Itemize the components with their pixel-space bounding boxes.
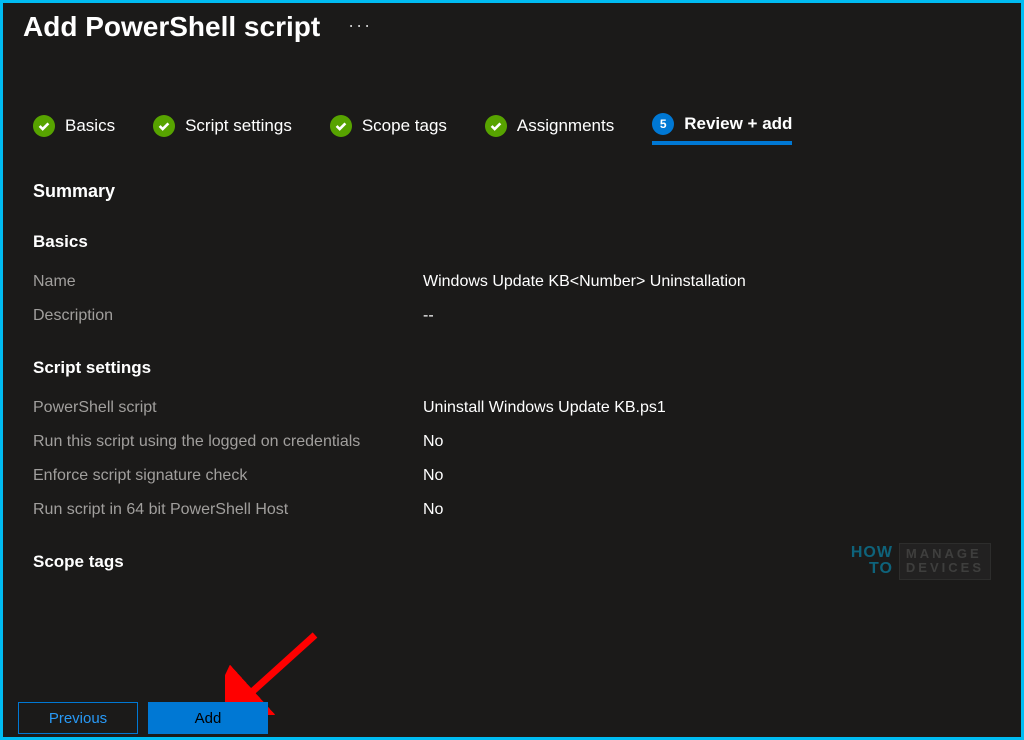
kv-row: Description -- — [33, 304, 991, 328]
kv-label: Name — [33, 270, 423, 294]
kv-value: No — [423, 498, 443, 522]
step-label: Scope tags — [362, 116, 447, 136]
watermark-text: TO — [869, 561, 893, 577]
more-actions-icon[interactable]: ··· — [348, 15, 372, 36]
kv-label: Enforce script signature check — [33, 464, 423, 488]
kv-label: Run this script using the logged on cred… — [33, 430, 423, 454]
kv-row: Name Windows Update KB<Number> Uninstall… — [33, 270, 991, 294]
wizard-steps: Basics Script settings Scope tags Assign… — [33, 113, 991, 145]
checkmark-icon — [485, 115, 507, 137]
step-script-settings[interactable]: Script settings — [153, 115, 292, 143]
kv-value: No — [423, 430, 443, 454]
script-settings-heading: Script settings — [33, 358, 991, 378]
kv-row: PowerShell script Uninstall Windows Upda… — [33, 396, 991, 420]
step-basics[interactable]: Basics — [33, 115, 115, 143]
page-header: Add PowerShell script ··· — [3, 3, 1021, 43]
watermark-text: HOW — [851, 545, 893, 561]
page-title: Add PowerShell script — [23, 11, 320, 43]
kv-row: Run script in 64 bit PowerShell Host No — [33, 498, 991, 522]
watermark-text: DEVICES — [906, 561, 984, 575]
watermark-logo: HOW TO MANAGE DEVICES — [851, 543, 991, 580]
watermark-text: MANAGE — [906, 547, 984, 561]
kv-row: Run this script using the logged on cred… — [33, 430, 991, 454]
kv-label: Description — [33, 304, 423, 328]
checkmark-icon — [153, 115, 175, 137]
step-label: Review + add — [684, 114, 792, 134]
kv-value: Windows Update KB<Number> Uninstallation — [423, 270, 746, 294]
previous-button[interactable]: Previous — [18, 702, 138, 734]
step-label: Script settings — [185, 116, 292, 136]
kv-value: No — [423, 464, 443, 488]
kv-row: Enforce script signature check No — [33, 464, 991, 488]
kv-value: -- — [423, 304, 434, 328]
step-label: Basics — [65, 116, 115, 136]
step-assignments[interactable]: Assignments — [485, 115, 614, 143]
scope-tags-heading: Scope tags — [33, 552, 991, 572]
checkmark-icon — [330, 115, 352, 137]
summary-heading: Summary — [33, 181, 991, 202]
add-button[interactable]: Add — [148, 702, 268, 734]
step-review-add[interactable]: 5 Review + add — [652, 113, 792, 145]
kv-label: PowerShell script — [33, 396, 423, 420]
step-number-icon: 5 — [652, 113, 674, 135]
step-label: Assignments — [517, 116, 614, 136]
kv-label: Run script in 64 bit PowerShell Host — [33, 498, 423, 522]
step-scope-tags[interactable]: Scope tags — [330, 115, 447, 143]
basics-heading: Basics — [33, 232, 991, 252]
content-area: Basics Script settings Scope tags Assign… — [3, 43, 1021, 572]
checkmark-icon — [33, 115, 55, 137]
footer-actions: Previous Add — [6, 702, 1018, 737]
kv-value: Uninstall Windows Update KB.ps1 — [423, 396, 666, 420]
